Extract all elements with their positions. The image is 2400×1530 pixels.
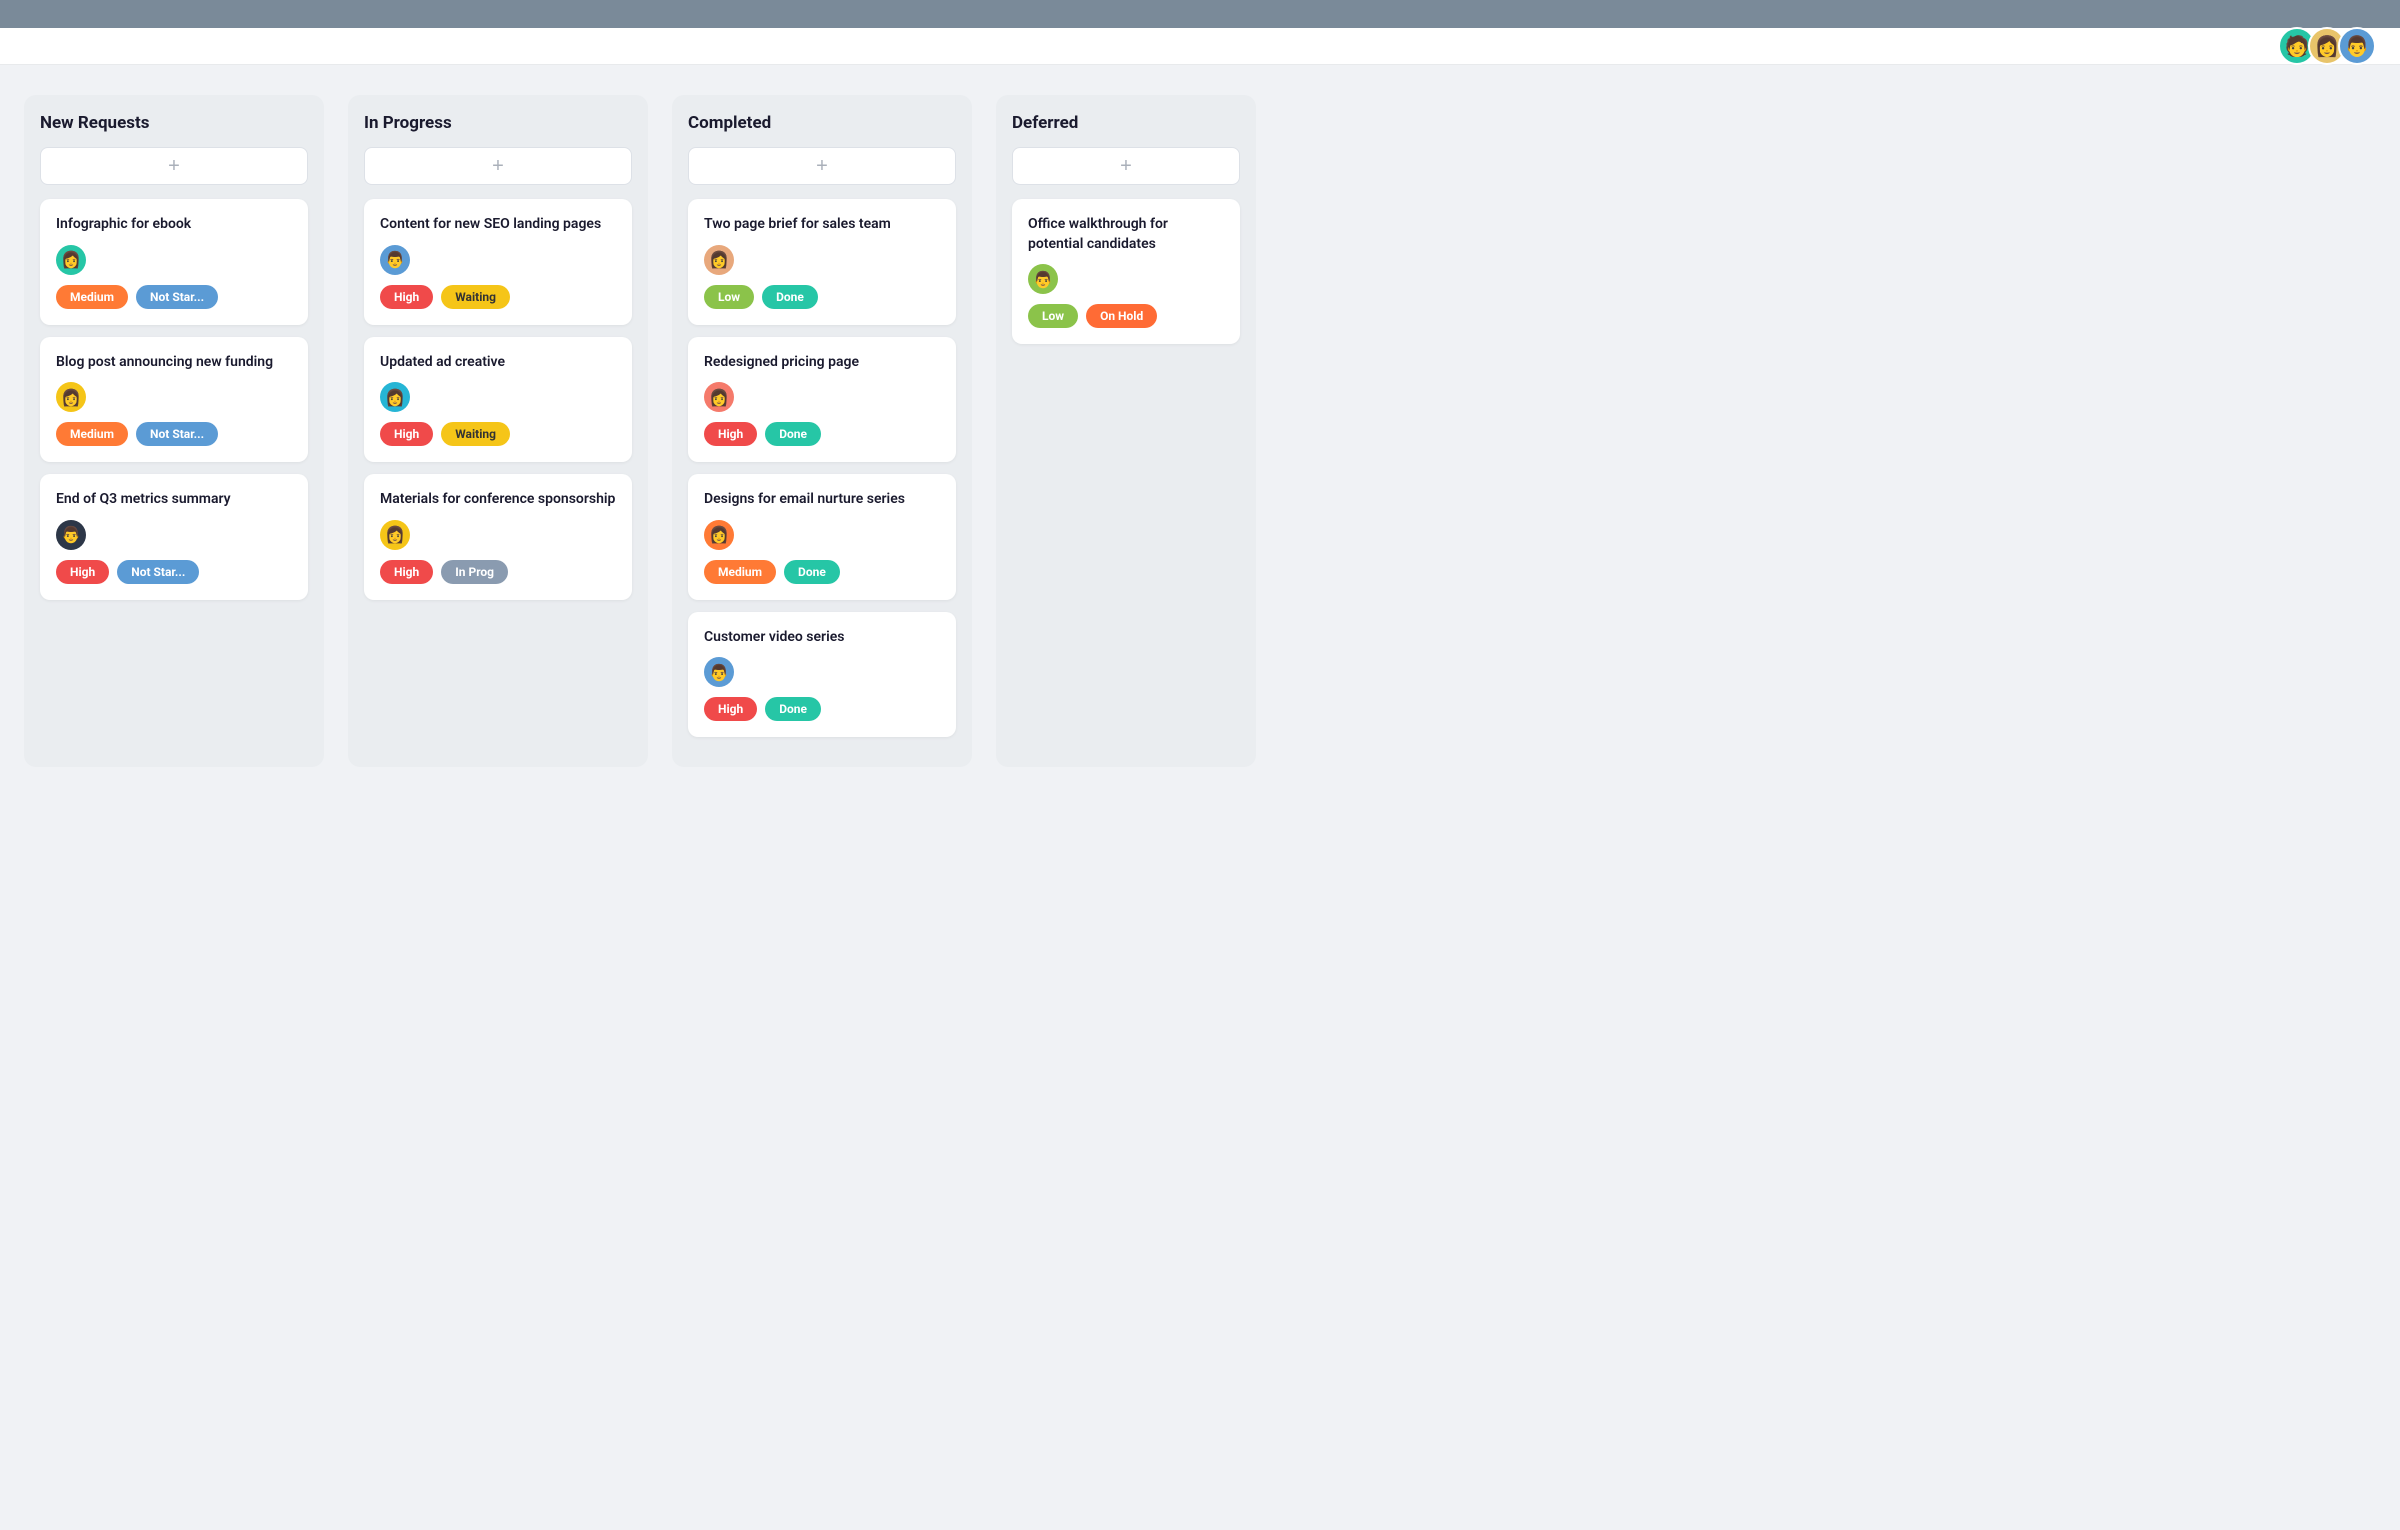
column-header-completed: Completed [688, 113, 956, 133]
card-card-5[interactable]: Updated ad creative 👩 High Waiting [364, 337, 632, 463]
card-card-7[interactable]: Two page brief for sales team 👩 Low Done [688, 199, 956, 325]
status-badge: Not Star... [117, 560, 199, 584]
card-badges: Low Done [704, 285, 940, 309]
card-card-2[interactable]: Blog post announcing new funding 👩 Medium N… [40, 337, 308, 463]
card-badges: Medium Not Star... [56, 285, 292, 309]
card-avatar: 👨 [1028, 264, 1058, 294]
status-badge: Done [765, 422, 821, 446]
priority-badge: Low [1028, 304, 1078, 328]
card-badges: High Not Star... [56, 560, 292, 584]
add-card-button-new-requests[interactable]: + [40, 147, 308, 185]
status-badge: Waiting [441, 422, 510, 446]
header: 🧑 👩 👨 [0, 28, 2400, 65]
status-badge: Not Star... [136, 422, 218, 446]
card-title: Designs for email nurture series [704, 490, 940, 510]
card-avatar: 👩 [704, 520, 734, 550]
card-badges: Low On Hold [1028, 304, 1224, 328]
top-bar [0, 0, 2400, 28]
status-badge: Done [784, 560, 840, 584]
card-title: Two page brief for sales team [704, 215, 940, 235]
card-title: Materials for conference sponsorship [380, 490, 616, 510]
status-badge: Waiting [441, 285, 510, 309]
status-badge: Done [762, 285, 818, 309]
card-card-4[interactable]: Content for new SEO landing pages 👨 High Wa… [364, 199, 632, 325]
card-badges: High Done [704, 422, 940, 446]
priority-badge: Medium [56, 285, 128, 309]
card-card-6[interactable]: Materials for conference sponsorship 👩 Hig… [364, 474, 632, 600]
card-title: Customer video series [704, 628, 940, 648]
card-title: Infographic for ebook [56, 215, 292, 235]
card-card-1[interactable]: Infographic for ebook 👩 Medium Not Star... [40, 199, 308, 325]
status-badge: Not Star... [136, 285, 218, 309]
card-card-3[interactable]: End of Q3 metrics summary 👨 High Not Star..… [40, 474, 308, 600]
board: New Requests + Infographic for ebook 👩 Mediu… [0, 65, 2400, 797]
priority-badge: High [380, 285, 433, 309]
status-badge: On Hold [1086, 304, 1157, 328]
column-new-requests: New Requests + Infographic for ebook 👩 Mediu… [24, 95, 324, 767]
card-avatar: 👨 [704, 657, 734, 687]
card-title: End of Q3 metrics summary [56, 490, 292, 510]
card-title: Updated ad creative [380, 353, 616, 373]
card-avatar: 👩 [380, 520, 410, 550]
priority-badge: High [704, 697, 757, 721]
card-badges: High Done [704, 697, 940, 721]
priority-badge: High [704, 422, 757, 446]
priority-badge: High [380, 422, 433, 446]
column-deferred: Deferred + Office walkthrough for potentia… [996, 95, 1256, 767]
column-completed: Completed + Two page brief for sales team 👩… [672, 95, 972, 767]
priority-badge: Medium [56, 422, 128, 446]
status-badge: Done [765, 697, 821, 721]
card-avatar: 👩 [704, 245, 734, 275]
card-badges: High In Prog [380, 560, 616, 584]
card-avatar: 👩 [380, 382, 410, 412]
card-title: Office walkthrough for potential candida… [1028, 215, 1224, 254]
card-badges: Medium Not Star... [56, 422, 292, 446]
card-title: Content for new SEO landing pages [380, 215, 616, 235]
priority-badge: Medium [704, 560, 776, 584]
card-badges: Medium Done [704, 560, 940, 584]
status-badge: In Prog [441, 560, 508, 584]
card-card-10[interactable]: Customer video series 👨 High Done [688, 612, 956, 738]
add-card-button-deferred[interactable]: + [1012, 147, 1240, 185]
add-card-button-in-progress[interactable]: + [364, 147, 632, 185]
avatar-3[interactable]: 👨 [2338, 27, 2376, 65]
priority-badge: Low [704, 285, 754, 309]
card-title: Blog post announcing new funding [56, 353, 292, 373]
card-badges: High Waiting [380, 422, 616, 446]
card-card-9[interactable]: Designs for email nurture series 👩 Medium D… [688, 474, 956, 600]
column-header-new-requests: New Requests [40, 113, 308, 133]
card-avatar: 👩 [56, 245, 86, 275]
avatar-group: 🧑 👩 👨 [2278, 27, 2376, 65]
card-title: Redesigned pricing page [704, 353, 940, 373]
column-header-deferred: Deferred [1012, 113, 1240, 133]
card-avatar: 👨 [56, 520, 86, 550]
card-card-11[interactable]: Office walkthrough for potential candida… [1012, 199, 1240, 344]
card-badges: High Waiting [380, 285, 616, 309]
card-card-8[interactable]: Redesigned pricing page 👩 High Done [688, 337, 956, 463]
add-card-button-completed[interactable]: + [688, 147, 956, 185]
card-avatar: 👩 [56, 382, 86, 412]
priority-badge: High [56, 560, 109, 584]
card-avatar: 👨 [380, 245, 410, 275]
column-header-in-progress: In Progress [364, 113, 632, 133]
priority-badge: High [380, 560, 433, 584]
column-in-progress: In Progress + Content for new SEO landing … [348, 95, 648, 767]
card-avatar: 👩 [704, 382, 734, 412]
